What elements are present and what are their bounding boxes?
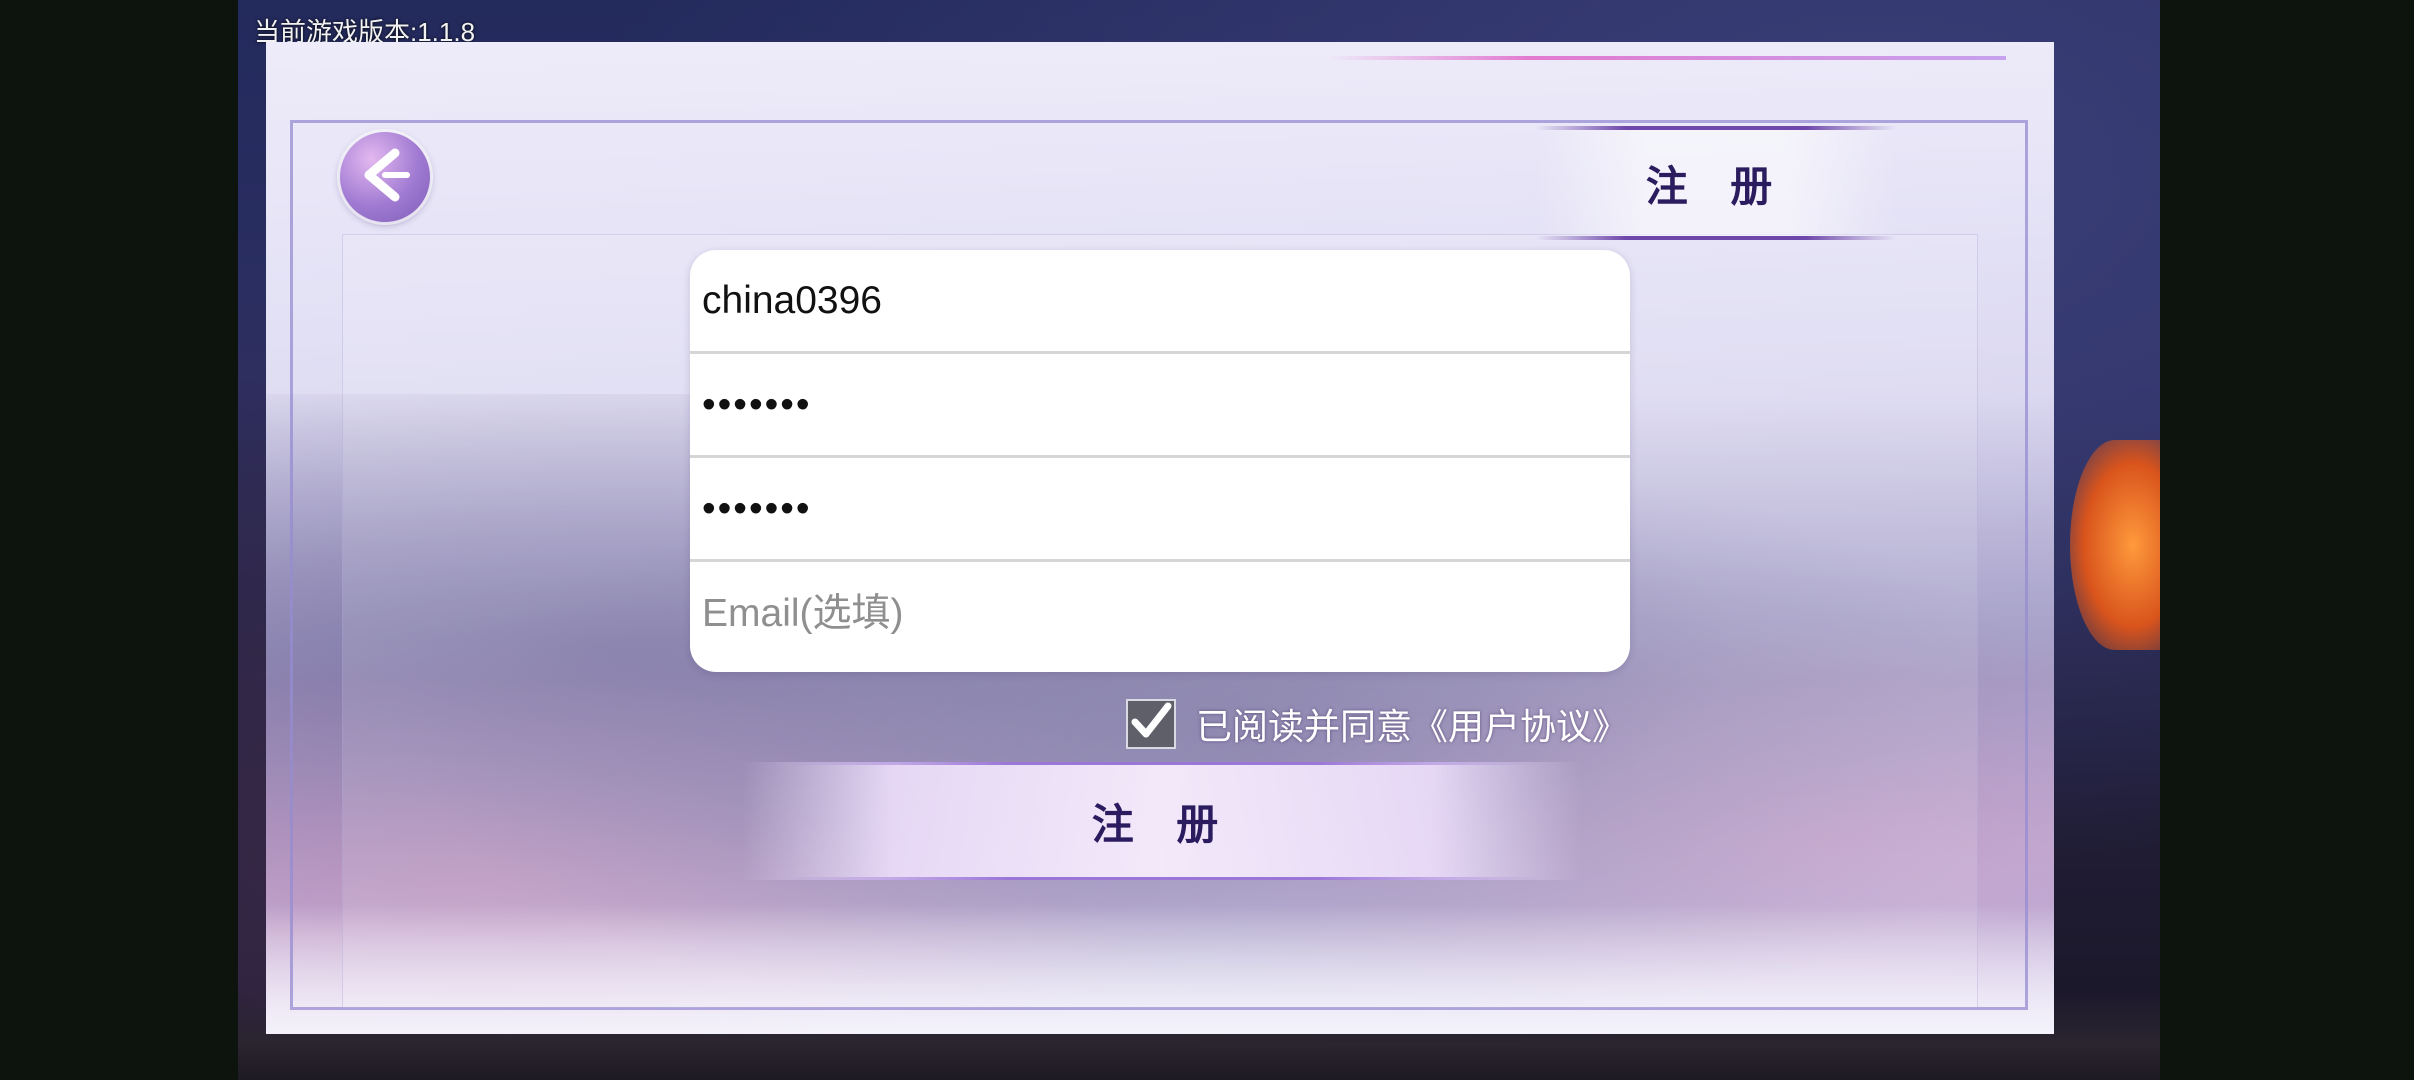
password-input[interactable] <box>700 381 1630 428</box>
email-row <box>690 562 1630 666</box>
page-title-banner: 注 册 <box>1536 126 1896 240</box>
confirm-password-input[interactable] <box>700 485 1630 532</box>
agreement-checkbox[interactable] <box>1126 699 1176 749</box>
password-row <box>690 354 1630 458</box>
back-button[interactable] <box>340 132 430 222</box>
confirm-password-row <box>690 458 1630 562</box>
checkmark-icon <box>1129 700 1173 748</box>
agreement-row: 已阅读并同意《用户协议》 <box>1126 698 1628 750</box>
register-button-label: 注 册 <box>1091 799 1233 849</box>
register-form <box>690 250 1630 672</box>
username-input[interactable] <box>700 277 1630 324</box>
email-input[interactable] <box>700 591 1630 637</box>
top-accent-line <box>1326 56 2006 60</box>
username-row <box>690 250 1630 354</box>
agreement-label[interactable]: 已阅读并同意《用户协议》 <box>1196 698 1628 750</box>
chevron-left-icon <box>355 145 415 209</box>
lantern-decoration <box>2070 440 2160 650</box>
register-panel: 注 册 已阅读并同意《用户协议》 注 册 <box>266 42 2054 1034</box>
register-button[interactable]: 注 册 <box>742 762 1582 880</box>
page-title: 注 册 <box>1645 161 1787 211</box>
